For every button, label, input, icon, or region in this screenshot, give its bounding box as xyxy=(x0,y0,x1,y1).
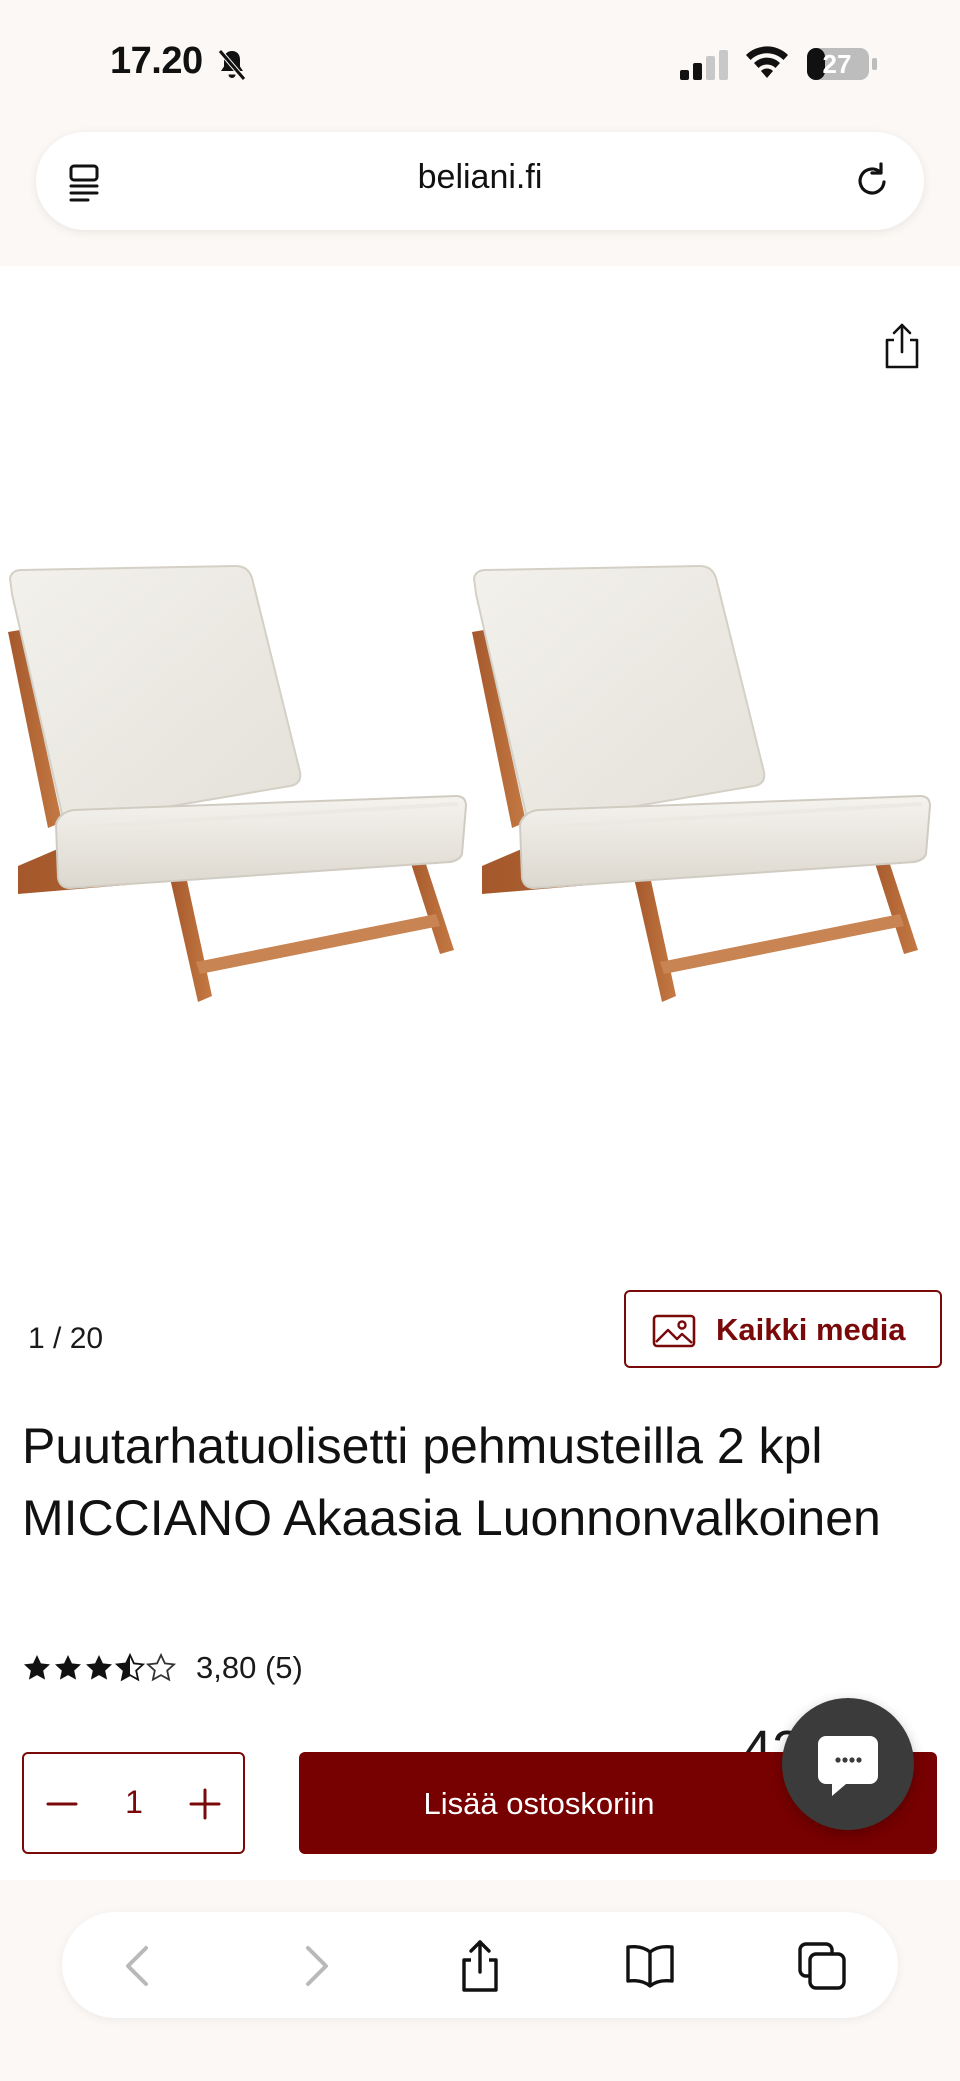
address-bar[interactable]: beliani.fi xyxy=(36,132,924,230)
back-icon[interactable] xyxy=(112,1938,168,1994)
cellular-signal-icon xyxy=(680,50,728,80)
bookmarks-icon[interactable] xyxy=(622,1938,678,1994)
share-icon[interactable] xyxy=(882,322,922,370)
status-time: 17.20 xyxy=(110,40,203,82)
all-media-button[interactable]: Kaikki media xyxy=(624,1290,942,1368)
toolbar-pill xyxy=(62,1912,898,2018)
chat-icon xyxy=(818,1736,878,1796)
tabs-icon[interactable] xyxy=(794,1938,850,1994)
image-icon xyxy=(652,1314,696,1348)
plus-icon[interactable] xyxy=(175,1774,235,1834)
battery-percentage: 27 xyxy=(822,49,852,79)
quantity-stepper[interactable]: 1 xyxy=(22,1752,245,1854)
add-to-cart-label: Lisää ostoskoriin xyxy=(423,1786,655,1821)
bell-off-icon xyxy=(218,49,246,81)
quantity-value[interactable]: 1 xyxy=(104,1784,164,1821)
browser-top-chrome: 17.20 27 beliani.fi xyxy=(0,0,960,266)
product-image[interactable] xyxy=(0,560,960,1020)
minus-icon[interactable] xyxy=(32,1774,92,1834)
wifi-icon xyxy=(746,46,788,78)
reload-icon[interactable] xyxy=(850,158,894,202)
share-icon[interactable] xyxy=(452,1938,508,1994)
chat-button[interactable] xyxy=(782,1698,914,1830)
browser-bottom-toolbar xyxy=(0,1880,960,2081)
image-counter: 1 / 20 xyxy=(28,1322,104,1355)
rating-text: 3,80 (5) xyxy=(196,1650,303,1685)
rating-stars xyxy=(24,1654,175,1681)
url-text[interactable]: beliani.fi xyxy=(36,158,924,197)
all-media-label: Kaikki media xyxy=(716,1312,906,1347)
product-title: Puutarhatuolisetti pehmusteilla 2 kpl MI… xyxy=(22,1418,881,1546)
forward-icon[interactable] xyxy=(286,1938,342,1994)
